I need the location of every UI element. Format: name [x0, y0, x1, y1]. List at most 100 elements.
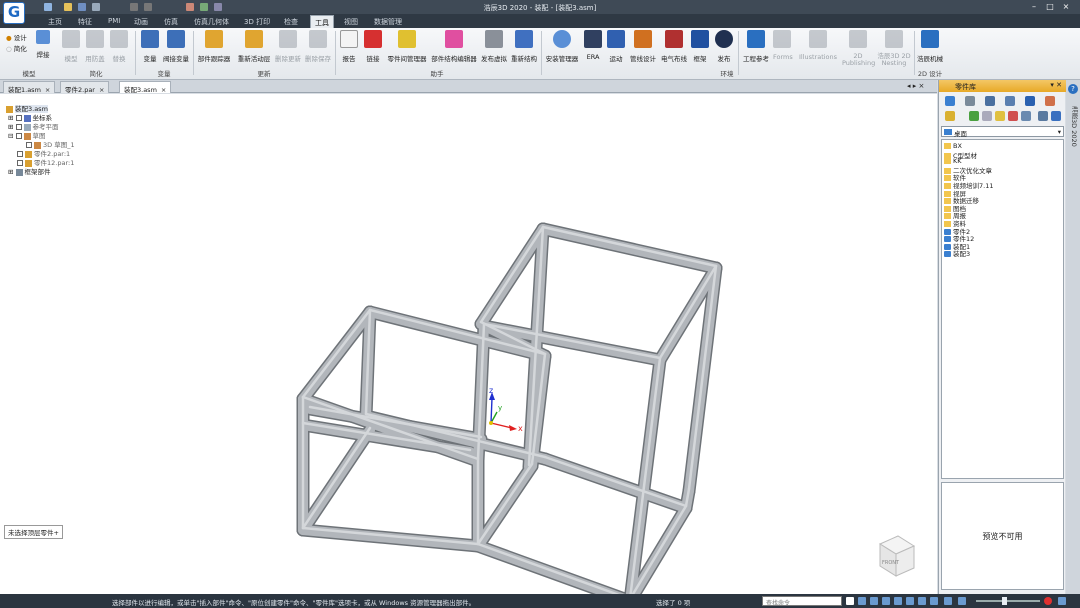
2d-publishing-button[interactable]: 2D Publishing: [842, 30, 875, 67]
inter-part-manager-button[interactable]: 零件间管理器: [386, 30, 428, 66]
2d-nesting-button[interactable]: 浩辰3D 2D Nesting: [876, 30, 912, 67]
tab-tools[interactable]: 工具: [310, 15, 334, 28]
app-logo[interactable]: G: [3, 2, 25, 24]
tab-animation[interactable]: 动画: [134, 17, 148, 27]
display-icon[interactable]: [944, 597, 952, 605]
zoom-out-icon[interactable]: [1044, 597, 1052, 605]
publish-button[interactable]: 发布: [714, 30, 734, 66]
tab-pmi[interactable]: PMI: [108, 17, 120, 25]
minimize-button[interactable]: –: [1028, 2, 1040, 12]
command-search-icon[interactable]: [846, 597, 854, 605]
close-button[interactable]: ×: [1060, 2, 1072, 12]
tab-inspect[interactable]: 检查: [284, 17, 298, 27]
tab-scroll-icon[interactable]: ◂ ▸ ×: [907, 82, 924, 90]
back-icon[interactable]: [969, 111, 979, 121]
lock-icon[interactable]: [945, 111, 955, 121]
options-icon[interactable]: [1038, 111, 1048, 121]
part-tracker-button[interactable]: 部件跟踪器: [196, 30, 232, 66]
zoom-in-icon[interactable]: [1058, 597, 1066, 605]
pipe-design-icon: [634, 30, 652, 48]
3d-viewport[interactable]: 装配3.asm ⊞ 坐标系 ⊞ 参考平面 ⊟ 草图 3D 草图_1 零件2.pa…: [0, 94, 937, 594]
zoom-slider[interactable]: [976, 597, 1040, 605]
links-button[interactable]: 链接: [362, 30, 384, 66]
side-strip-label: 浩辰3D 2020: [1070, 106, 1078, 147]
command-search-input[interactable]: 查找命令: [762, 596, 842, 607]
tab-data-management[interactable]: 数据管理: [374, 17, 402, 27]
tab-features[interactable]: 特征: [78, 17, 92, 27]
illustrations-button[interactable]: Illustrations: [796, 30, 840, 66]
sketch-view-icon[interactable]: [958, 597, 966, 605]
rotate-icon[interactable]: [906, 597, 914, 605]
search-icon[interactable]: [1051, 111, 1061, 121]
close-tab-icon[interactable]: ×: [99, 86, 104, 94]
motion-button[interactable]: 运动: [606, 30, 626, 66]
motion-label: 运动: [609, 55, 623, 63]
restructure-button[interactable]: 重新结构: [510, 30, 538, 66]
folder-icon: [944, 143, 951, 149]
tab-simulation[interactable]: 仿真: [164, 17, 178, 27]
links-icon: [364, 30, 382, 48]
reactivate-layer-button[interactable]: 重新活动层: [236, 30, 272, 66]
2d-publishing-icon: [849, 30, 867, 48]
color-tab-icon[interactable]: [1045, 96, 1055, 106]
linked-variables-button[interactable]: 阀接变量: [162, 30, 190, 66]
people-tab-icon[interactable]: [1005, 96, 1015, 106]
tab-3d-print[interactable]: 3D 打印: [244, 17, 270, 27]
frame-button[interactable]: 框架: [691, 30, 709, 66]
era-button[interactable]: ERA: [584, 30, 602, 66]
help-tab-icon[interactable]: [1025, 96, 1035, 106]
selection-count: 选择了 0 项: [656, 599, 691, 607]
view-cube[interactable]: FRONT: [878, 535, 916, 577]
fit-icon[interactable]: [882, 597, 890, 605]
views-icon[interactable]: [1021, 111, 1031, 121]
design-option[interactable]: ● 设计: [6, 32, 27, 42]
forms-icon: [773, 30, 791, 48]
tab-home[interactable]: 主页: [48, 17, 62, 27]
delete-update-button[interactable]: 删除更新: [274, 30, 302, 66]
publish-virtual-button[interactable]: 发布虚拟: [480, 30, 508, 66]
simplify-option[interactable]: ○ 简化: [6, 43, 27, 53]
zoom-slider-thumb[interactable]: [1002, 597, 1007, 605]
doc-tab-part2[interactable]: 零件2.par ×: [60, 81, 110, 94]
illustrations-label: Illustrations: [798, 53, 838, 61]
model-button[interactable]: 模型: [60, 30, 82, 66]
doc-tab-assembly3[interactable]: 装配3.asm ×: [119, 81, 172, 94]
weld-button[interactable]: 焊接: [34, 30, 52, 66]
feature-tab-icon[interactable]: [965, 96, 975, 106]
zoom-icon[interactable]: [870, 597, 878, 605]
gstarcad-mechanical-button[interactable]: 浩辰机械: [916, 30, 944, 66]
pipe-design-button[interactable]: 管线设计: [630, 30, 656, 66]
doc-tab-assembly1[interactable]: 装配1.asm ×: [3, 81, 56, 94]
engineering-reference-icon: [747, 30, 765, 48]
zoom-area-icon[interactable]: [858, 597, 866, 605]
delete-icon[interactable]: [1008, 111, 1018, 121]
engineering-reference-button[interactable]: 工程参考: [741, 30, 771, 66]
frame-model[interactable]: x y z FRONT: [0, 94, 937, 594]
tab-view[interactable]: 视图: [344, 17, 358, 27]
forward-icon[interactable]: [982, 111, 992, 121]
forms-button[interactable]: Forms: [773, 30, 793, 66]
pin-close-icon[interactable]: ▾ ✕: [1050, 81, 1062, 89]
library-assembly-item[interactable]: 装配3: [944, 248, 970, 258]
help-icon[interactable]: ?: [1068, 84, 1078, 94]
delete-save-button[interactable]: 删除保存: [304, 30, 332, 66]
pan-icon[interactable]: [894, 597, 902, 605]
location-combo[interactable]: 桌面 ▾: [941, 126, 1064, 138]
maximize-button[interactable]: □: [1044, 2, 1056, 12]
library-tab-icon[interactable]: [945, 96, 955, 106]
layers-tab-icon[interactable]: [985, 96, 995, 106]
close-tab-icon[interactable]: ×: [45, 86, 50, 94]
cover-button[interactable]: 用防盖: [84, 30, 106, 66]
report-button[interactable]: 报告: [339, 30, 359, 66]
shading-icon[interactable]: [930, 597, 938, 605]
variables-button[interactable]: 变量: [140, 30, 160, 66]
electrical-routing-button[interactable]: 电气布线: [660, 30, 688, 66]
install-manager-button[interactable]: 安装管理器: [545, 30, 579, 66]
up-folder-icon[interactable]: [995, 111, 1005, 121]
tab-sim-geometry[interactable]: 仿真几何体: [194, 17, 229, 27]
replace-button[interactable]: 替换: [108, 30, 130, 66]
structure-editor-button[interactable]: 部件结构编辑器: [430, 30, 478, 66]
view-orientation-icon[interactable]: [918, 597, 926, 605]
group-model: 模型: [22, 70, 36, 78]
close-tab-icon[interactable]: ×: [161, 86, 166, 94]
